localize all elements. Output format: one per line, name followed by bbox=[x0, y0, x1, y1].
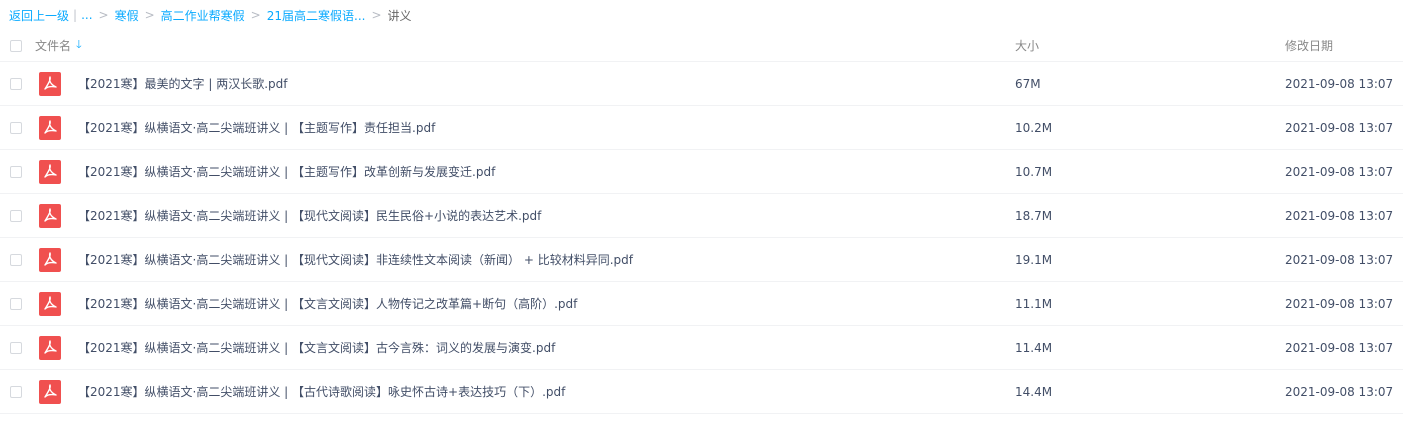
row-checkbox[interactable] bbox=[10, 165, 22, 178]
table-row[interactable]: 【2021寒】最美的文字 | 两汉长歌.pdf 67M 2021-09-08 1… bbox=[0, 62, 1403, 106]
column-header-modified[interactable]: 修改日期 bbox=[1285, 37, 1333, 54]
breadcrumb-separator: > bbox=[250, 8, 261, 22]
table-row[interactable]: 【2021寒】纵横语文·高二尖端班讲义 | 【古代诗歌阅读】咏史怀古诗+表达技巧… bbox=[0, 370, 1403, 414]
column-header-name-label: 文件名 bbox=[35, 39, 72, 53]
row-checkbox[interactable] bbox=[10, 253, 22, 266]
breadcrumb-divider: | bbox=[73, 8, 78, 22]
breadcrumb-separator: > bbox=[144, 8, 155, 22]
file-size: 19.1M bbox=[1015, 252, 1053, 267]
row-checkbox[interactable] bbox=[10, 77, 22, 90]
file-modified-date: 2021-09-08 13:07 bbox=[1285, 340, 1394, 355]
arrow-down-icon[interactable]: 🡓 bbox=[76, 36, 82, 55]
table-row[interactable]: 【2021寒】纵横语文·高二尖端班讲义 | 【主题写作】责任担当.pdf 10.… bbox=[0, 106, 1403, 150]
pdf-file-icon bbox=[39, 247, 61, 272]
table-row[interactable]: 【2021寒】纵横语文·高二尖端班讲义 | 【文言文阅读】古今言殊：词义的发展与… bbox=[0, 326, 1403, 370]
file-modified-date: 2021-09-08 13:07 bbox=[1285, 384, 1394, 399]
row-checkbox[interactable] bbox=[10, 385, 22, 398]
table-header: 文件名 🡓 大小 修改日期 bbox=[0, 30, 1403, 62]
breadcrumb-item-homework[interactable]: 高二作业帮寒假 bbox=[161, 7, 245, 24]
row-checkbox[interactable] bbox=[10, 297, 22, 310]
breadcrumb-back-link[interactable]: 返回上一级 bbox=[9, 7, 69, 24]
pdf-file-icon bbox=[39, 379, 61, 404]
breadcrumb-separator: > bbox=[371, 8, 382, 22]
breadcrumb-item-chinese[interactable]: 21届高二寒假语... bbox=[267, 7, 366, 24]
file-size: 10.2M bbox=[1015, 120, 1053, 135]
file-name[interactable]: 【2021寒】纵横语文·高二尖端班讲义 | 【文言文阅读】人物传记之改革篇+断句… bbox=[78, 295, 577, 312]
breadcrumb: 返回上一级 | ... > 寒假 > 高二作业帮寒假 > 21届高二寒假语...… bbox=[0, 0, 1403, 30]
file-size: 67M bbox=[1015, 76, 1041, 91]
file-name[interactable]: 【2021寒】纵横语文·高二尖端班讲义 | 【现代文阅读】民生民俗+小说的表达艺… bbox=[78, 207, 541, 224]
file-size: 10.7M bbox=[1015, 164, 1053, 179]
file-name[interactable]: 【2021寒】纵横语文·高二尖端班讲义 | 【文言文阅读】古今言殊：词义的发展与… bbox=[78, 339, 555, 356]
file-name[interactable]: 【2021寒】纵横语文·高二尖端班讲义 | 【主题写作】改革创新与发展变迁.pd… bbox=[78, 163, 495, 180]
file-modified-date: 2021-09-08 13:07 bbox=[1285, 164, 1394, 179]
file-modified-date: 2021-09-08 13:07 bbox=[1285, 208, 1394, 223]
row-checkbox[interactable] bbox=[10, 121, 22, 134]
file-size: 11.1M bbox=[1015, 296, 1053, 311]
file-name[interactable]: 【2021寒】纵横语文·高二尖端班讲义 | 【现代文阅读】非连续性文本阅读（新闻… bbox=[78, 251, 633, 268]
column-header-name[interactable]: 文件名 🡓 bbox=[35, 36, 82, 55]
table-row[interactable]: 【2021寒】纵横语文·高二尖端班讲义 | 【现代文阅读】民生民俗+小说的表达艺… bbox=[0, 194, 1403, 238]
file-modified-date: 2021-09-08 13:07 bbox=[1285, 296, 1394, 311]
pdf-file-icon bbox=[39, 203, 61, 228]
pdf-file-icon bbox=[39, 71, 61, 96]
file-size: 11.4M bbox=[1015, 340, 1053, 355]
pdf-file-icon bbox=[39, 159, 61, 184]
table-row[interactable]: 【2021寒】纵横语文·高二尖端班讲义 | 【主题写作】改革创新与发展变迁.pd… bbox=[0, 150, 1403, 194]
file-list: 【2021寒】最美的文字 | 两汉长歌.pdf 67M 2021-09-08 1… bbox=[0, 62, 1403, 414]
table-row[interactable]: 【2021寒】纵横语文·高二尖端班讲义 | 【现代文阅读】非连续性文本阅读（新闻… bbox=[0, 238, 1403, 282]
file-modified-date: 2021-09-08 13:07 bbox=[1285, 76, 1394, 91]
row-checkbox[interactable] bbox=[10, 209, 22, 222]
row-checkbox[interactable] bbox=[10, 341, 22, 354]
select-all-checkbox[interactable] bbox=[10, 39, 22, 52]
breadcrumb-separator: > bbox=[98, 8, 109, 22]
pdf-file-icon bbox=[39, 291, 61, 316]
breadcrumb-current: 讲义 bbox=[387, 8, 412, 23]
pdf-file-icon bbox=[39, 115, 61, 140]
file-name[interactable]: 【2021寒】纵横语文·高二尖端班讲义 | 【古代诗歌阅读】咏史怀古诗+表达技巧… bbox=[78, 383, 565, 400]
file-size: 18.7M bbox=[1015, 208, 1053, 223]
breadcrumb-item-winter[interactable]: 寒假 bbox=[115, 7, 139, 24]
file-modified-date: 2021-09-08 13:07 bbox=[1285, 120, 1394, 135]
table-row[interactable]: 【2021寒】纵横语文·高二尖端班讲义 | 【文言文阅读】人物传记之改革篇+断句… bbox=[0, 282, 1403, 326]
file-modified-date: 2021-09-08 13:07 bbox=[1285, 252, 1394, 267]
pdf-file-icon bbox=[39, 335, 61, 360]
file-name[interactable]: 【2021寒】纵横语文·高二尖端班讲义 | 【主题写作】责任担当.pdf bbox=[78, 119, 435, 136]
file-name[interactable]: 【2021寒】最美的文字 | 两汉长歌.pdf bbox=[78, 75, 288, 92]
file-size: 14.4M bbox=[1015, 384, 1053, 399]
column-header-size[interactable]: 大小 bbox=[1015, 37, 1039, 54]
breadcrumb-ellipsis[interactable]: ... bbox=[81, 8, 92, 22]
